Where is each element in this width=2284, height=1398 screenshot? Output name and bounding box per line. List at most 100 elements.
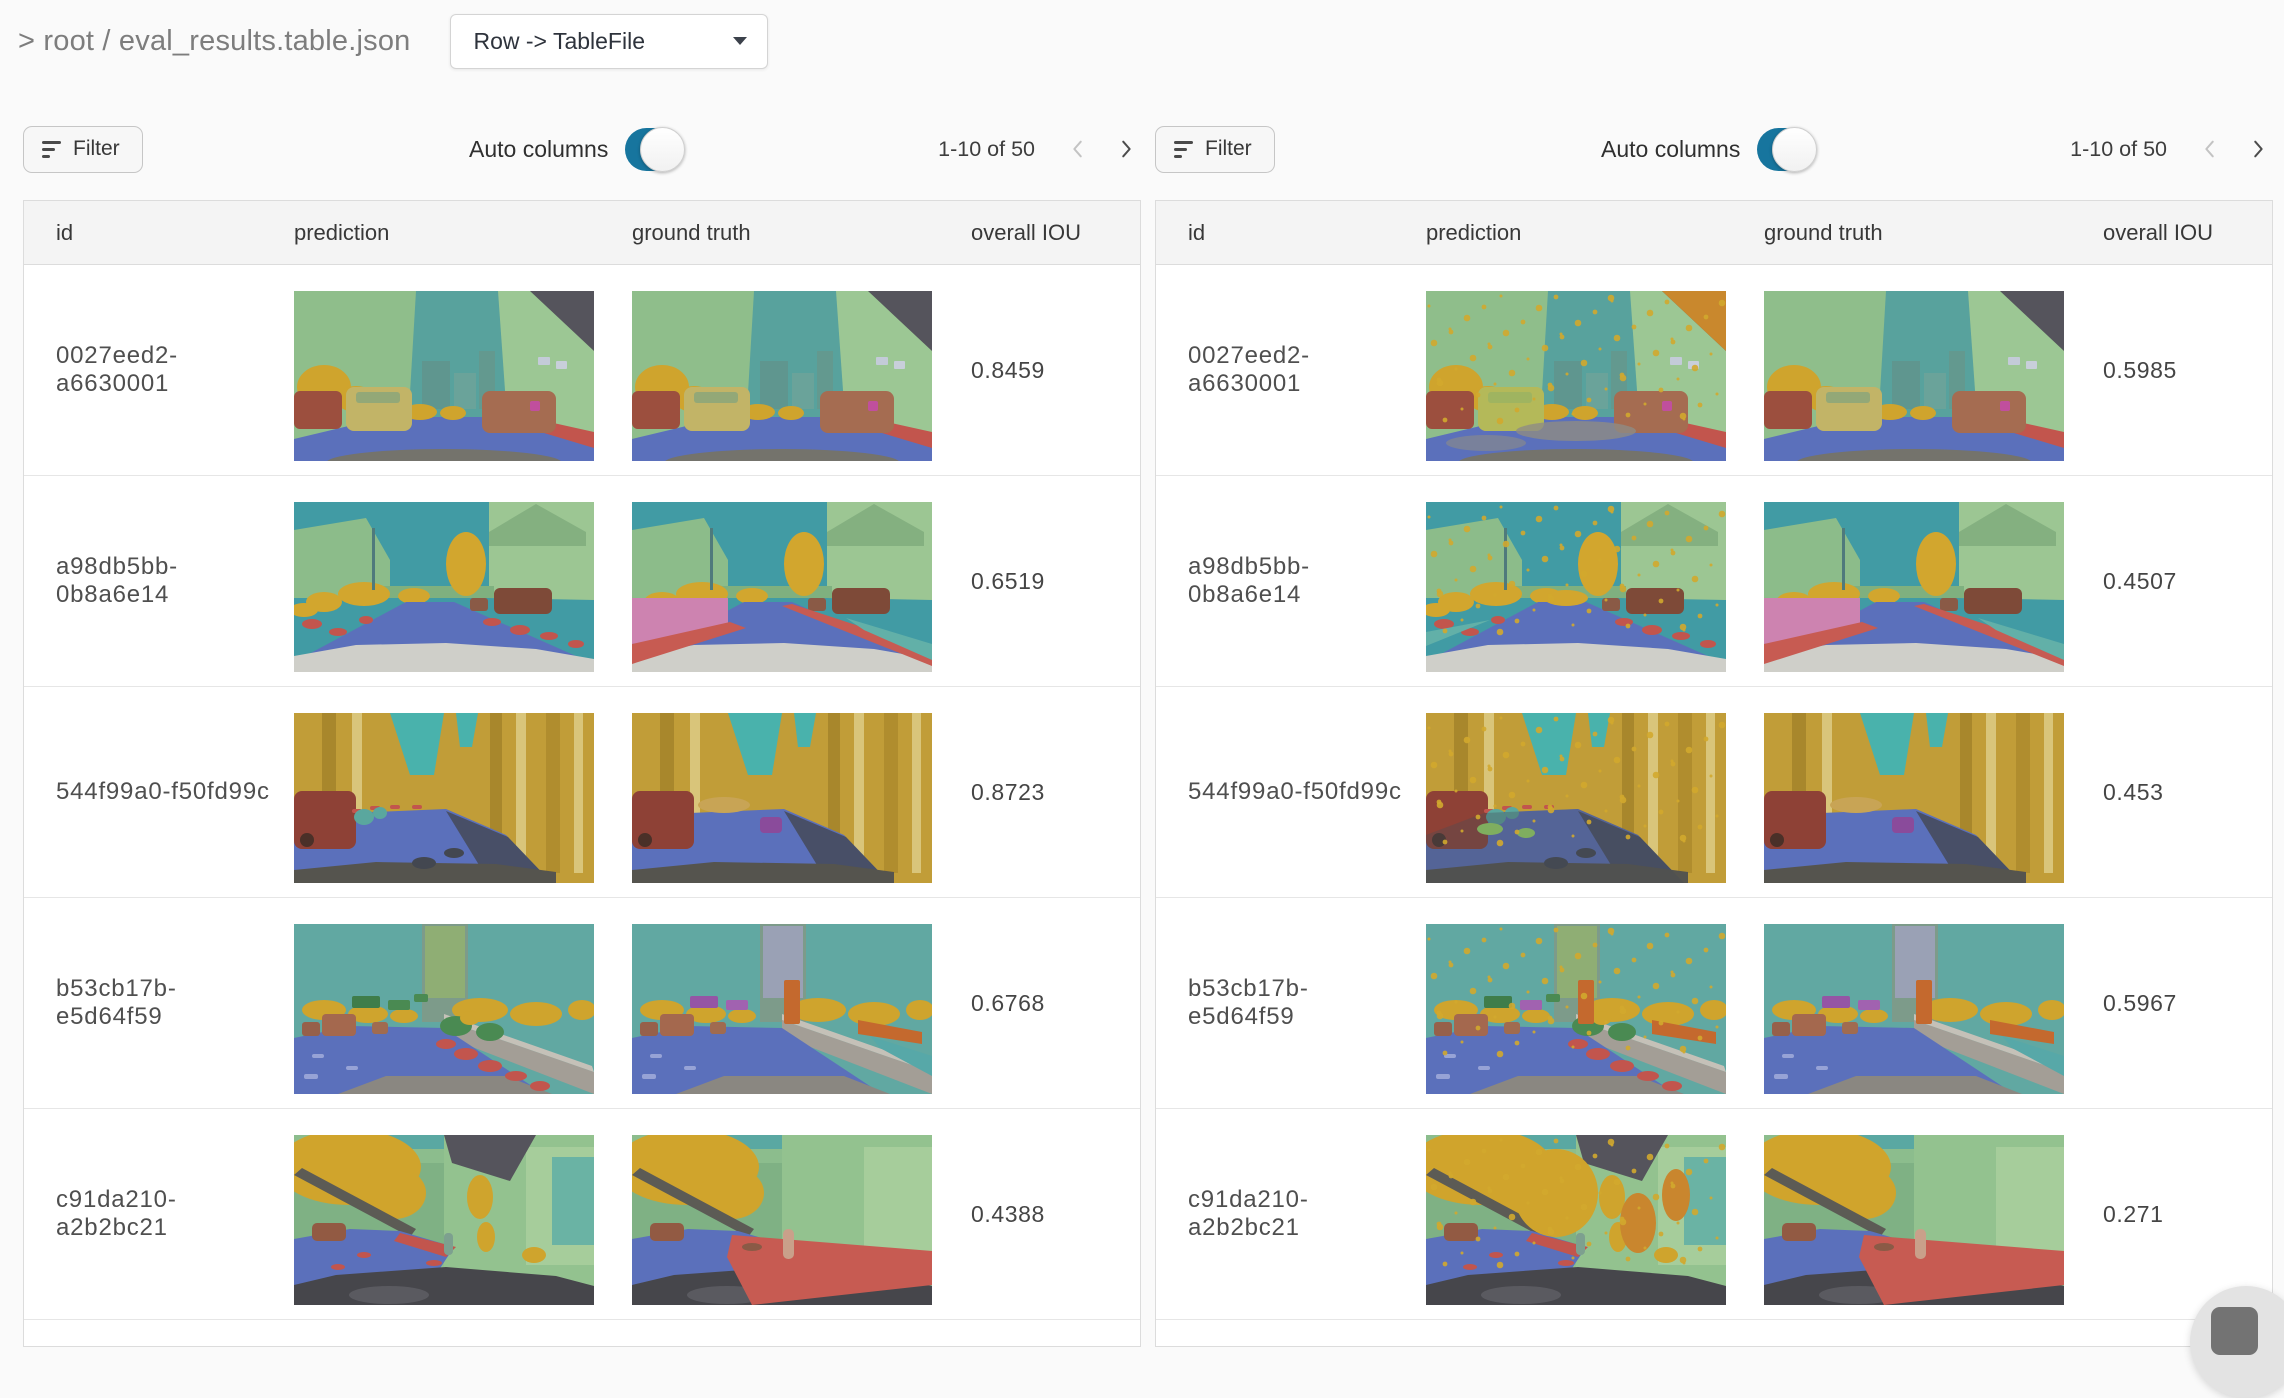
auto-columns-control: Auto columns	[469, 128, 682, 171]
topbar: > root / eval_results.table.json Row -> …	[0, 0, 2284, 70]
table-row: a98db5bb-0b8a6e14 0.6519	[24, 475, 1140, 686]
iou-cell: 0.6519	[947, 568, 1140, 595]
ground-truth-image-cell[interactable]	[609, 687, 947, 897]
auto-columns-toggle[interactable]	[1757, 128, 1814, 171]
filter-icon	[1174, 141, 1193, 158]
table-header: id prediction ground truth overall IOU	[1156, 201, 2272, 265]
prediction-image-cell[interactable]	[1403, 476, 1741, 686]
table-row: b53cb17b-e5d64f59 0.6768	[24, 897, 1140, 1108]
column-header-prediction[interactable]: prediction	[1403, 220, 1741, 246]
panel-controls: Filter Auto columns 1-10 of 50	[23, 125, 1141, 173]
iou-cell: 0.5985	[2079, 357, 2272, 384]
pagination: 1-10 of 50	[938, 136, 1139, 162]
pagination-range: 1-10 of 50	[2070, 137, 2167, 162]
auto-columns-toggle[interactable]	[625, 128, 682, 171]
iou-cell: 0.4507	[2079, 568, 2272, 595]
id-cell: a98db5bb-0b8a6e14	[1156, 553, 1403, 609]
id-cell: 544f99a0-f50fd99c	[24, 778, 271, 806]
filter-button-label: Filter	[1205, 137, 1252, 161]
id-cell: b53cb17b-e5d64f59	[24, 975, 271, 1031]
ground-truth-image[interactable]	[632, 713, 932, 883]
auto-columns-control: Auto columns	[1601, 128, 1814, 171]
ground-truth-image-cell[interactable]	[609, 265, 947, 475]
ground-truth-image[interactable]	[632, 924, 932, 1094]
prev-page-button[interactable]	[2197, 136, 2223, 162]
pagination-range: 1-10 of 50	[938, 137, 1035, 162]
results-table: id prediction ground truth overall IOU 0…	[1155, 200, 2273, 1347]
prediction-image-cell[interactable]	[1403, 265, 1741, 475]
ground-truth-image-cell[interactable]	[609, 476, 947, 686]
prediction-image[interactable]	[1426, 1135, 1726, 1305]
prediction-image-cell[interactable]	[271, 898, 609, 1108]
prediction-image[interactable]	[294, 924, 594, 1094]
table-row: c91da210-a2b2bc21 0.4388	[24, 1108, 1140, 1319]
filter-icon	[42, 141, 61, 158]
iou-cell: 0.6768	[947, 990, 1140, 1017]
table-row: 544f99a0-f50fd99c 0.8723	[24, 686, 1140, 897]
column-header-overall-iou[interactable]: overall IOU	[2079, 220, 2272, 246]
toggle-knob	[640, 127, 685, 172]
ground-truth-image[interactable]	[1764, 1135, 2064, 1305]
rounded-square-icon	[2211, 1307, 2258, 1355]
filter-button[interactable]: Filter	[23, 126, 143, 173]
iou-cell: 0.8723	[947, 779, 1140, 806]
id-cell: 0027eed2-a6630001	[24, 342, 271, 398]
table-panel: Filter Auto columns 1-10 of 50 id predic…	[1155, 70, 2273, 1347]
chevron-down-icon	[733, 37, 747, 45]
prev-page-button[interactable]	[1065, 136, 1091, 162]
prediction-image[interactable]	[294, 502, 594, 672]
column-header-overall-iou[interactable]: overall IOU	[947, 220, 1140, 246]
prediction-image[interactable]	[1426, 713, 1726, 883]
iou-cell: 0.8459	[947, 357, 1140, 384]
prediction-image-cell[interactable]	[1403, 1109, 1741, 1319]
next-page-button[interactable]	[1113, 136, 1139, 162]
prediction-image[interactable]	[294, 713, 594, 883]
prediction-image[interactable]	[1426, 502, 1726, 672]
prediction-image[interactable]	[294, 291, 594, 461]
table-panels: Filter Auto columns 1-10 of 50 id predic…	[0, 70, 2284, 1347]
prediction-image-cell[interactable]	[271, 687, 609, 897]
ground-truth-image[interactable]	[632, 1135, 932, 1305]
prediction-image-cell[interactable]	[1403, 898, 1741, 1108]
prediction-image[interactable]	[1426, 291, 1726, 461]
prediction-image[interactable]	[294, 1135, 594, 1305]
floating-corner-button[interactable]	[2190, 1286, 2284, 1398]
column-header-id[interactable]: id	[1156, 220, 1403, 246]
prediction-image-cell[interactable]	[271, 265, 609, 475]
ground-truth-image[interactable]	[1764, 924, 2064, 1094]
ground-truth-image-cell[interactable]	[609, 898, 947, 1108]
ground-truth-image[interactable]	[1764, 502, 2064, 672]
ground-truth-image[interactable]	[632, 502, 932, 672]
column-header-id[interactable]: id	[24, 220, 271, 246]
ground-truth-image[interactable]	[1764, 291, 2064, 461]
filter-button[interactable]: Filter	[1155, 126, 1275, 173]
id-cell: 544f99a0-f50fd99c	[1156, 778, 1403, 806]
chevron-left-icon	[1067, 138, 1089, 160]
prediction-image-cell[interactable]	[271, 1109, 609, 1319]
row-type-select-value: Row -> TableFile	[473, 28, 733, 55]
ground-truth-image-cell[interactable]	[1741, 687, 2079, 897]
prediction-image-cell[interactable]	[271, 476, 609, 686]
next-page-button[interactable]	[2245, 136, 2271, 162]
column-header-ground-truth[interactable]: ground truth	[1741, 220, 2079, 246]
ground-truth-image-cell[interactable]	[1741, 476, 2079, 686]
ground-truth-image[interactable]	[632, 291, 932, 461]
breadcrumb[interactable]: > root / eval_results.table.json	[18, 25, 410, 58]
pagination: 1-10 of 50	[2070, 136, 2271, 162]
row-type-select[interactable]: Row -> TableFile	[450, 14, 768, 69]
ground-truth-image-cell[interactable]	[609, 1109, 947, 1319]
column-header-prediction[interactable]: prediction	[271, 220, 609, 246]
ground-truth-image-cell[interactable]	[1741, 265, 2079, 475]
ground-truth-image-cell[interactable]	[1741, 898, 2079, 1108]
toggle-knob	[1772, 127, 1817, 172]
iou-cell: 0.5967	[2079, 990, 2272, 1017]
prediction-image-cell[interactable]	[1403, 687, 1741, 897]
ground-truth-image-cell[interactable]	[1741, 1109, 2079, 1319]
table-row: a98db5bb-0b8a6e14 0.4507	[1156, 475, 2272, 686]
ground-truth-image[interactable]	[1764, 713, 2064, 883]
table-row: b53cb17b-e5d64f59 0.5967	[1156, 897, 2272, 1108]
column-header-ground-truth[interactable]: ground truth	[609, 220, 947, 246]
id-cell: c91da210-a2b2bc21	[24, 1186, 271, 1242]
prediction-image[interactable]	[1426, 924, 1726, 1094]
id-cell: 0027eed2-a6630001	[1156, 342, 1403, 398]
